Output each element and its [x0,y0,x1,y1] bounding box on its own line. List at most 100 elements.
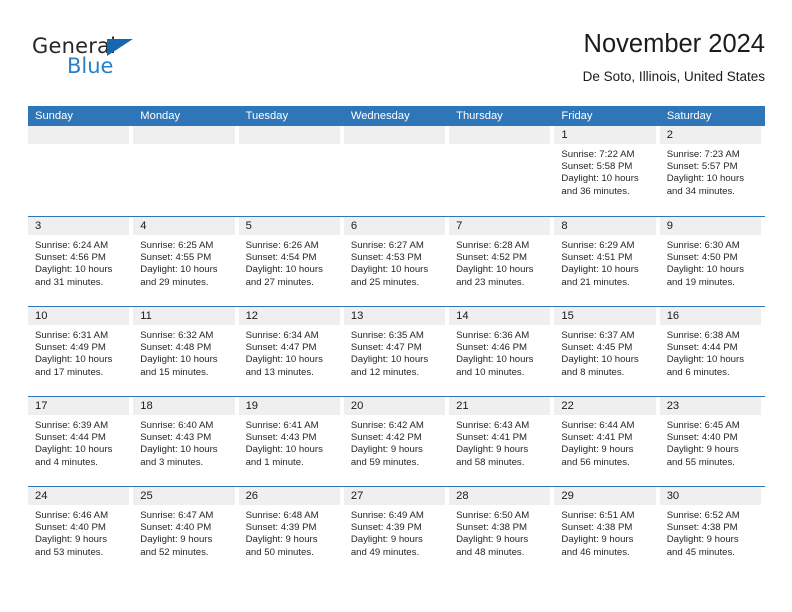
calendar-day-cell[interactable]: 8 Sunrise: 6:29 AM Sunset: 4:51 PM Daylight… [554,216,660,306]
sunrise-text: Sunrise: 6:37 AM [561,330,635,341]
daylight-text-line1: Daylight: 9 hours [350,444,423,456]
calendar-day-cell[interactable]: 21 Sunrise: 6:43 AM Sunset: 4:41 PM Dayligh… [449,396,555,486]
calendar-day-cell[interactable]: 7 Sunrise: 6:28 AM Sunset: 4:52 PM Daylight… [449,216,555,306]
sunrise-text: Sunrise: 6:39 AM [35,420,109,431]
day-number-band [28,126,130,144]
weekday-header-monday: Monday [140,110,181,122]
sunrise-text: Sunrise: 6:31 AM [35,330,109,341]
day-number: 11 [140,310,152,322]
sunset-text: Sunset: 4:42 PM [350,432,422,444]
daylight-text-line1: Daylight: 10 hours [35,354,113,366]
day-number-band: 27 [343,487,446,505]
daylight-text-line1: Daylight: 10 hours [140,444,218,456]
daylight-text-line2: and 58 minutes. [456,456,525,468]
sun-info-block: Sunrise: 6:29 AM Sunset: 4:51 PM Daylight:… [554,235,659,289]
sun-info-block: Sunrise: 6:26 AM Sunset: 4:54 PM Daylight:… [239,235,344,289]
calendar-day-cell[interactable]: 10 Sunrise: 6:31 AM Sunset: 4:49 PM Dayligh… [28,306,134,396]
sunrise-text: Sunrise: 6:44 AM [561,420,635,431]
daylight-text-line2: and 52 minutes. [140,546,209,558]
sunset-text: Sunset: 4:40 PM [140,522,212,534]
calendar-day-cell[interactable]: 19 Sunrise: 6:41 AM Sunset: 4:43 PM Dayligh… [238,396,344,486]
sun-info-block: Sunrise: 6:39 AM Sunset: 4:44 PM Daylight:… [28,415,133,469]
calendar-day-cell[interactable]: 5 Sunrise: 6:26 AM Sunset: 4:54 PM Daylight… [238,216,344,306]
sun-info-block: Sunrise: 6:31 AM Sunset: 4:49 PM Daylight:… [28,325,133,379]
day-number: 26 [245,490,259,502]
calendar-day-cell[interactable]: 4 Sunrise: 6:25 AM Sunset: 4:55 PM Daylight… [133,216,239,306]
day-number: 21 [456,400,469,412]
page-subtitle: De Soto, Illinois, United States [582,69,765,84]
day-number-band: 19 [238,397,340,415]
calendar-day-cell[interactable]: 20 Sunrise: 6:42 AM Sunset: 4:42 PM Dayligh… [343,396,450,486]
day-number-band: 2 [659,126,761,144]
calendar-day-cell[interactable]: 11 Sunrise: 6:32 AM Sunset: 4:48 PM Dayligh… [133,306,239,396]
sun-info-block: Sunrise: 6:27 AM Sunset: 4:53 PM Daylight:… [344,235,449,289]
day-number: 18 [140,400,153,412]
sunset-text: Sunset: 4:39 PM [245,522,317,534]
daylight-text-line2: and 1 minute. [245,456,304,468]
daylight-text-line1: Daylight: 10 hours [245,264,323,276]
sun-info-block: Sunrise: 6:24 AM Sunset: 4:56 PM Daylight:… [28,235,133,289]
calendar-week-row: 3 Sunrise: 6:24 AM Sunset: 4:56 PM Daylight… [28,216,765,306]
calendar-day-cell[interactable]: 16 Sunrise: 6:38 AM Sunset: 4:44 PM Dayligh… [659,306,765,396]
daylight-text-line2: and 34 minutes. [666,185,735,197]
calendar-day-cell[interactable]: 27 Sunrise: 6:49 AM Sunset: 4:39 PM Dayligh… [343,486,450,576]
day-number: 1 [561,129,568,141]
calendar-day-cell[interactable]: 9 Sunrise: 6:30 AM Sunset: 4:50 PM Daylight… [659,216,765,306]
calendar-day-cell[interactable]: 3 Sunrise: 6:24 AM Sunset: 4:56 PM Daylight… [28,216,134,306]
sun-info-block: Sunrise: 6:41 AM Sunset: 4:43 PM Daylight:… [239,415,344,469]
day-number-band: 30 [659,487,761,505]
daylight-text-line2: and 21 minutes. [561,276,630,288]
calendar-day-cell[interactable]: 25 Sunrise: 6:47 AM Sunset: 4:40 PM Dayligh… [133,486,239,576]
calendar-day-cell[interactable]: 13 Sunrise: 6:35 AM Sunset: 4:47 PM Dayligh… [343,306,450,396]
page-title: November 2024 [583,30,765,58]
calendar-day-cell[interactable]: 29 Sunrise: 6:51 AM Sunset: 4:38 PM Dayligh… [554,486,660,576]
day-number: 25 [140,490,153,502]
calendar-day-cell[interactable]: 28 Sunrise: 6:50 AM Sunset: 4:38 PM Dayligh… [449,486,555,576]
sun-info-block: Sunrise: 6:42 AM Sunset: 4:42 PM Daylight:… [344,415,449,469]
daylight-text-line2: and 49 minutes. [350,546,420,558]
day-number-band: 18 [133,397,235,415]
sun-info-block: Sunrise: 6:37 AM Sunset: 4:45 PM Daylight:… [554,325,659,379]
sunrise-text: Sunrise: 6:52 AM [666,510,740,521]
daylight-text-line1: Daylight: 9 hours [35,534,107,546]
sunset-text: Sunset: 5:57 PM [666,161,738,173]
calendar-day-cell[interactable]: 2 Sunrise: 7:23 AM Sunset: 5:57 PM Daylight… [659,126,765,216]
calendar-day-cell[interactable]: 18 Sunrise: 6:40 AM Sunset: 4:43 PM Dayligh… [133,396,239,486]
calendar-day-cell[interactable]: 12 Sunrise: 6:34 AM Sunset: 4:47 PM Dayligh… [238,306,344,396]
daylight-text-line2: and 3 minutes. [140,456,204,468]
day-number: 20 [350,400,364,412]
calendar-day-cell[interactable]: 24 Sunrise: 6:46 AM Sunset: 4:40 PM Dayligh… [28,486,134,576]
daylight-text-line2: and 46 minutes. [561,546,630,558]
calendar-day-cell-empty [133,126,238,216]
sun-info-block: Sunrise: 6:28 AM Sunset: 4:52 PM Daylight:… [449,235,554,289]
sun-info-block: Sunrise: 6:35 AM Sunset: 4:47 PM Daylight:… [344,325,449,379]
day-number: 2 [666,129,673,141]
daylight-text-line1: Daylight: 10 hours [561,264,639,276]
daylight-text-line2: and 8 minutes. [561,366,625,378]
day-number-band: 14 [449,307,551,325]
calendar-day-cell[interactable]: 6 Sunrise: 6:27 AM Sunset: 4:53 PM Daylight… [343,216,450,306]
weekday-header-tuesday: Tuesday [245,110,289,122]
daylight-text-line1: Daylight: 10 hours [666,264,745,276]
daylight-text-line2: and 55 minutes. [666,456,735,468]
calendar-day-cell[interactable]: 23 Sunrise: 6:45 AM Sunset: 4:40 PM Dayligh… [659,396,765,486]
sunrise-text: Sunrise: 6:27 AM [350,240,424,251]
day-number: 12 [245,310,259,322]
calendar-day-cell[interactable]: 22 Sunrise: 6:44 AM Sunset: 4:41 PM Dayligh… [554,396,660,486]
daylight-text-line1: Daylight: 9 hours [456,444,529,456]
day-number-band: 5 [238,217,340,235]
calendar-day-cell[interactable]: 15 Sunrise: 6:37 AM Sunset: 4:45 PM Dayligh… [554,306,660,396]
daylight-text-line2: and 13 minutes. [245,366,314,378]
day-number-band: 16 [659,307,761,325]
sun-info-block: Sunrise: 6:52 AM Sunset: 4:38 PM Daylight:… [660,505,765,559]
calendar-day-cell[interactable]: 17 Sunrise: 6:39 AM Sunset: 4:44 PM Dayligh… [28,396,134,486]
calendar-day-cell[interactable]: 30 Sunrise: 6:52 AM Sunset: 4:38 PM Dayligh… [659,486,765,576]
calendar-day-cell[interactable]: 14 Sunrise: 6:36 AM Sunset: 4:46 PM Dayligh… [449,306,555,396]
day-number: 10 [35,310,48,322]
calendar-day-cell[interactable]: 26 Sunrise: 6:48 AM Sunset: 4:39 PM Dayligh… [238,486,344,576]
daylight-text-line2: and 29 minutes. [140,276,209,288]
weekday-header-friday: Friday [561,110,593,122]
day-number: 6 [350,220,358,232]
calendar-day-cell[interactable]: 1 Sunrise: 7:22 AM Sunset: 5:58 PM Daylight… [554,126,659,216]
sunrise-text: Sunrise: 6:48 AM [245,510,319,521]
